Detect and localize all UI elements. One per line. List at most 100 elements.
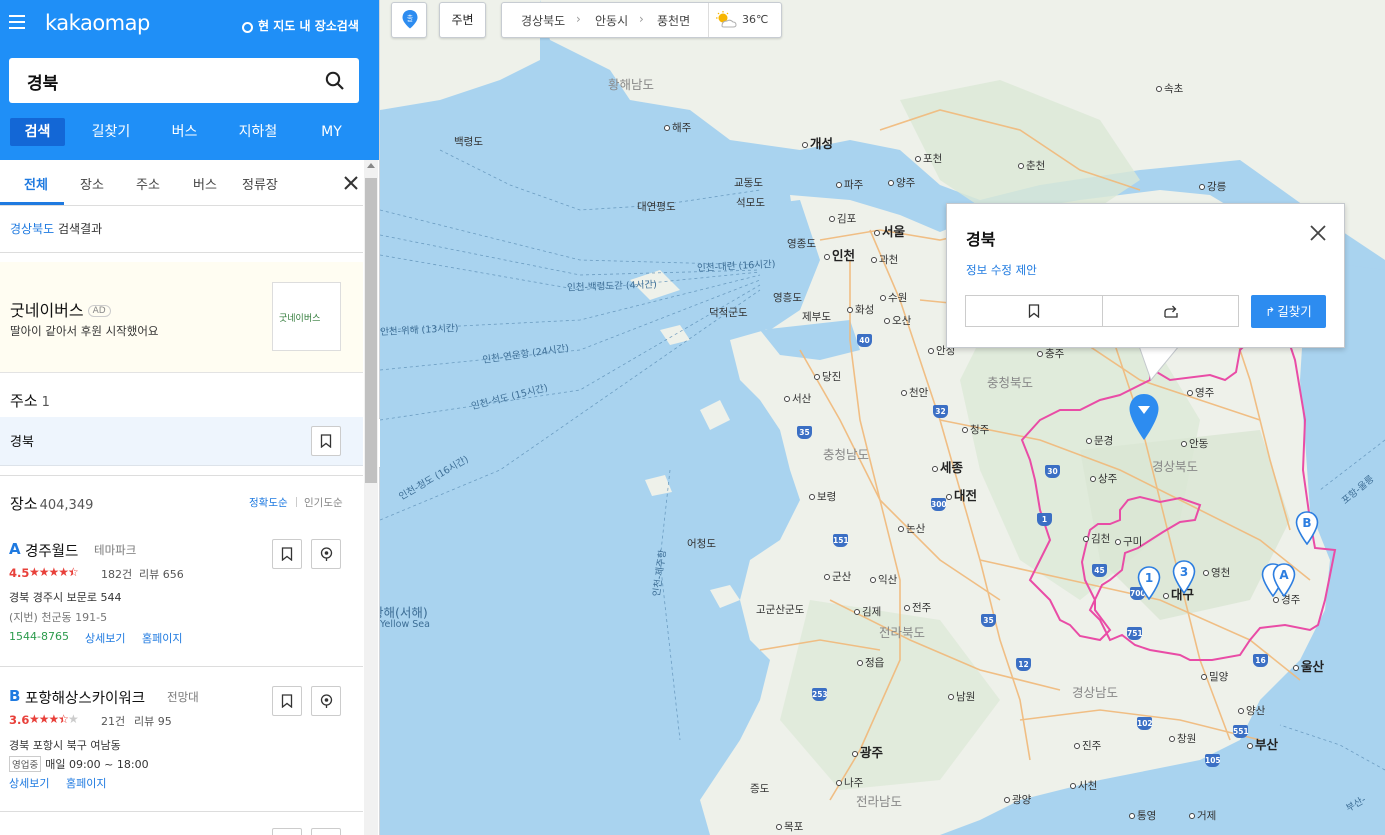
breadcrumb-province[interactable]: 경상북도 [521, 12, 565, 29]
town-label: 구미 [1115, 534, 1142, 549]
highway-shield: 35 [981, 614, 996, 627]
town-label: 과천 [871, 252, 898, 267]
town-label: 양산 [1238, 703, 1265, 718]
scrollbar-thumb[interactable] [365, 178, 377, 483]
town-label: 영주 [1187, 385, 1214, 400]
province-label: 황해남도 [608, 77, 655, 92]
map-marker-1[interactable]: 1 [1137, 566, 1161, 600]
review-link[interactable]: 리뷰 95 [134, 713, 172, 729]
town-label: 사천 [1070, 778, 1097, 793]
result-region-link[interactable]: 경상북도 [10, 222, 54, 236]
breadcrumb-town[interactable]: 풍천면 [657, 12, 690, 29]
bookmark-button[interactable] [272, 539, 302, 569]
ad-banner[interactable]: 굿네이버스 AD 딸아이 같아서 후원 시작했어요 굿네이버스 [0, 262, 363, 373]
homepage-link[interactable]: 홈페이지 [142, 630, 182, 646]
town-label: 김천 [1083, 531, 1110, 546]
town-label: 해주 [664, 120, 691, 135]
highway-shield: 40 [857, 334, 872, 347]
subtab-bus[interactable]: 버스 [193, 174, 217, 193]
share-button[interactable] [1103, 296, 1239, 326]
island-label: 증도 [750, 783, 770, 795]
place-name[interactable]: 포항해상스카이워크 [25, 687, 145, 708]
nearby-button[interactable]: 주변 [439, 2, 486, 38]
menu-icon[interactable] [9, 15, 25, 29]
map-base [380, 0, 1385, 835]
highway-shield: 16 [1253, 654, 1268, 667]
subtab-stop[interactable]: 정류장 [242, 174, 278, 193]
search-box [9, 58, 359, 103]
radio-icon[interactable] [242, 22, 253, 33]
ad-name: 굿네이버스 AD [10, 297, 111, 321]
ad-logo-image[interactable]: 굿네이버스 [272, 282, 341, 351]
tab-bus[interactable]: 버스 [157, 118, 212, 146]
city-label: 개성 [802, 133, 833, 152]
logo[interactable]: kakaomap [45, 11, 150, 35]
breadcrumb-city[interactable]: 안동시 [595, 12, 628, 29]
highway-shield: 751 [1127, 627, 1143, 640]
town-label: 나주 [836, 775, 863, 790]
highway-shield: 35 [797, 426, 812, 439]
place-category: 전망대 [167, 690, 199, 704]
place-item[interactable]: B 포항해상스카이워크 전망대 3.6 ★★★☆★★ 21건 리뷰 95 경북 … [0, 677, 363, 811]
location-pin-icon: 출 [402, 10, 418, 29]
map-marker-b[interactable]: B [1295, 511, 1319, 545]
tab-search[interactable]: 검색 [10, 118, 65, 146]
search-input[interactable] [25, 68, 319, 94]
chevron-right-icon: › [639, 12, 644, 26]
town-label: 서산 [784, 391, 811, 406]
divider [0, 666, 363, 667]
infowindow-actions [965, 295, 1239, 327]
address-count: 1 [41, 395, 50, 410]
sort-accuracy[interactable]: 정확도순 [249, 495, 288, 510]
address-result-row[interactable]: 경북 [0, 417, 363, 466]
search-header: kakaomap 현 지도 내 장소검색 검색 길찾기 버스 지하철 MY [0, 0, 379, 160]
province-label: 전라남도 [856, 794, 903, 809]
street-view-button[interactable] [311, 539, 341, 569]
map-marker-3[interactable]: 3 [1172, 560, 1196, 594]
tab-my[interactable]: MY [304, 118, 359, 146]
ad-description: 딸아이 같아서 후원 시작했어요 [10, 324, 159, 338]
close-icon[interactable] [343, 175, 359, 191]
directions-button[interactable]: ↱ 길찾기 [1251, 295, 1326, 328]
town-label: 광양 [1004, 792, 1031, 807]
scroll-up-icon[interactable] [367, 163, 375, 168]
homepage-link[interactable]: 홈페이지 [66, 775, 106, 791]
bookmark-button[interactable] [272, 828, 302, 835]
region-breadcrumb: 경상북도 › 안동시 › 풍천면 36℃ [501, 2, 782, 38]
review-link[interactable]: 리뷰 656 [139, 566, 184, 582]
subtab-place[interactable]: 장소 [80, 174, 104, 193]
route-icon: ↱ [1265, 305, 1276, 319]
edit-suggestion-link[interactable]: 정보 수정 제안 [966, 262, 1037, 278]
sort-popularity[interactable]: 인기도순 [304, 495, 343, 510]
bookmark-button[interactable] [311, 426, 341, 456]
map-canvas[interactable]: 40 32 35 30 1 300 151 45 700 751 16 12 2… [380, 0, 1385, 835]
search-icon[interactable] [325, 71, 345, 91]
subtab-address[interactable]: 주소 [136, 174, 160, 193]
place-item[interactable]: A 경주월드 테마파크 4.5 ★★★★☆★ 182건 리뷰 656 경북 경주… [0, 530, 363, 666]
rating-count: 182건 [101, 568, 133, 581]
highway-shield: 45 [1092, 564, 1107, 577]
street-view-button[interactable] [311, 828, 341, 835]
close-icon[interactable] [1308, 223, 1328, 243]
my-location-button[interactable]: 출 [391, 2, 427, 38]
tab-subway[interactable]: 지하철 [227, 118, 289, 146]
street-view-button[interactable] [311, 686, 341, 716]
scrollbar[interactable] [364, 160, 378, 835]
bookmark-button[interactable] [966, 296, 1102, 326]
town-label: 통영 [1129, 808, 1156, 823]
result-subtabs: 전체 장소 주소 버스 정류장 [0, 160, 363, 206]
place-name[interactable]: 경주월드 [25, 540, 78, 561]
highway-shield: 551 [1233, 725, 1249, 738]
detail-link[interactable]: 상세보기 [85, 630, 125, 646]
map-marker-a[interactable]: A [1272, 563, 1296, 597]
local-search-toggle[interactable]: 현 지도 내 장소검색 [242, 17, 359, 34]
bookmark-button[interactable] [272, 686, 302, 716]
detail-link[interactable]: 상세보기 [9, 775, 49, 791]
bookmark-icon [281, 694, 293, 708]
places-section-title: 장소 404,349 [10, 495, 94, 513]
selected-location-pin[interactable] [1128, 393, 1160, 441]
tab-directions[interactable]: 길찾기 [80, 118, 142, 146]
town-label: 양주 [888, 175, 915, 190]
marker-a-label: A [1279, 568, 1289, 582]
subtab-all[interactable]: 전체 [24, 174, 48, 193]
